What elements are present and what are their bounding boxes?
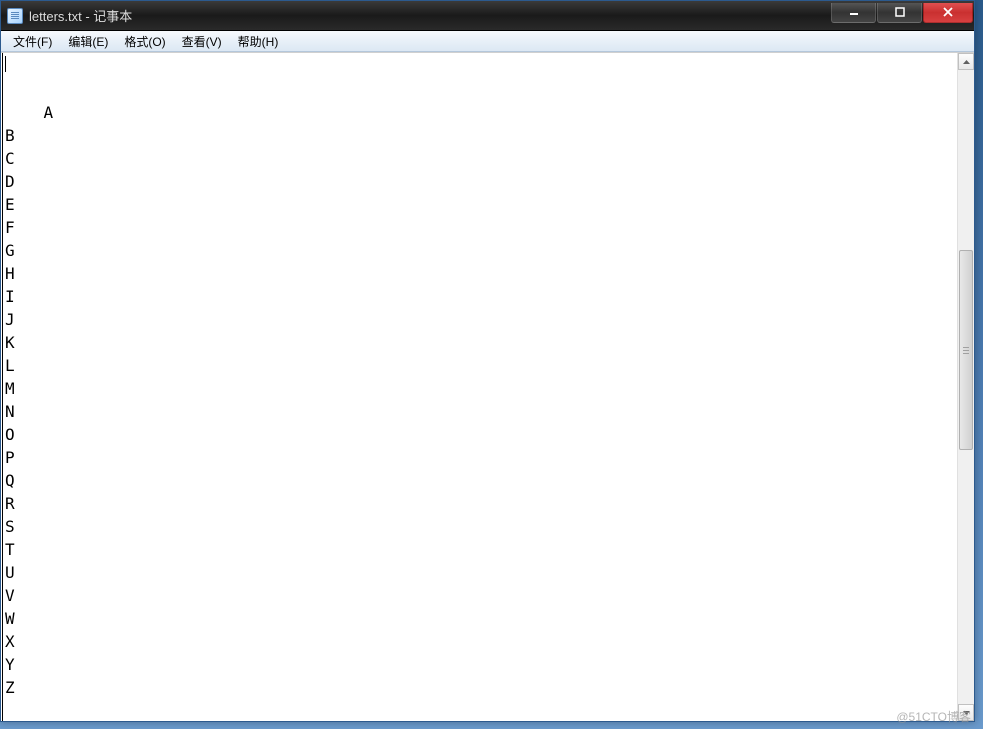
maximize-button[interactable] [877,3,922,23]
notepad-window: letters.txt - 记事本 文件(F) 编辑(E) 格式(O) 查看(V… [0,0,975,722]
minimize-button[interactable] [831,3,876,23]
maximize-icon [895,7,905,17]
notepad-icon [7,8,23,24]
window-title: letters.txt - 记事本 [29,6,132,25]
text-editor[interactable]: A B C D E F G H I J K L M N O P Q R S T … [2,53,957,721]
menu-format[interactable]: 格式(O) [116,31,173,52]
text-cursor [5,56,6,72]
content-area: A B C D E F G H I J K L M N O P Q R S T … [1,52,974,721]
titlebar-left: letters.txt - 记事本 [7,6,132,25]
titlebar[interactable]: letters.txt - 记事本 [1,1,974,31]
window-controls [831,3,974,23]
watermark: @51CTO博客 [896,708,971,725]
menu-edit[interactable]: 编辑(E) [60,31,116,52]
minimize-icon [849,7,859,17]
menubar: 文件(F) 编辑(E) 格式(O) 查看(V) 帮助(H) [1,31,974,52]
menu-file[interactable]: 文件(F) [5,31,60,52]
menu-help[interactable]: 帮助(H) [230,31,287,52]
chevron-up-icon [963,60,970,64]
scroll-thumb[interactable] [959,250,973,450]
close-button[interactable] [923,3,973,23]
menu-view[interactable]: 查看(V) [174,31,230,52]
close-icon [943,7,953,17]
scroll-track[interactable] [958,70,974,704]
vertical-scrollbar[interactable] [957,53,974,721]
scroll-up-button[interactable] [958,53,974,70]
